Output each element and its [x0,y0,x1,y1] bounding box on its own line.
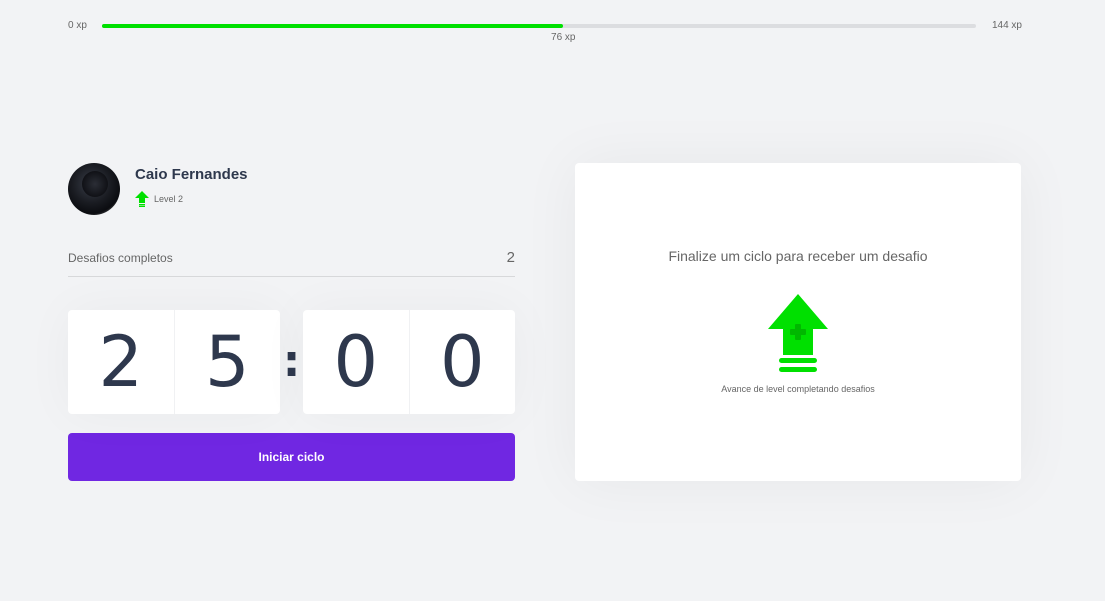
profile: Caio Fernandes Level 2 [68,163,515,215]
challenge-box-title: Finalize um ciclo para receber um desafi… [668,248,928,264]
completed-challenges-label: Desafios completos [68,250,173,265]
countdown-seconds: 0 0 [303,310,515,414]
page: 0 xp 76 xp 144 xp Caio Fernandes Level 2 [0,0,1105,601]
completed-challenges: Desafios completos 2 [68,249,515,277]
countdown-minutes: 2 5 [68,310,280,414]
xp-current-label: 76 xp [551,32,576,43]
xp-fill [102,24,564,28]
minutes-ones-digit: 5 [173,310,281,414]
level-up-arrow-icon [135,190,149,207]
avatar [68,163,120,215]
profile-level: Level 2 [135,190,248,207]
seconds-ones-digit: 0 [408,310,516,414]
level-label: Level 2 [154,193,184,204]
left-column: Caio Fernandes Level 2 Desafios completo… [68,163,515,481]
seconds-tens-digit: 0 [333,321,379,403]
xp-min-label: 0 xp [68,20,87,31]
countdown-separator: : [282,336,301,387]
completed-challenges-count: 2 [506,249,515,266]
experience-bar: 0 xp 76 xp 144 xp [68,18,1022,48]
countdown: 2 5 : 0 0 [68,310,515,414]
minutes-tens-digit: 2 [98,321,144,403]
xp-max-label: 144 xp [991,20,1022,31]
level-up-icon [768,294,828,372]
profile-name: Caio Fernandes [135,165,248,183]
xp-track [102,24,976,28]
challenge-box: Finalize um ciclo para receber um desafi… [575,163,1021,481]
challenge-box-hint: Avance de level completando desafios [721,384,875,394]
start-cycle-button[interactable]: Iniciar ciclo [68,433,515,481]
profile-info: Caio Fernandes Level 2 [135,166,248,207]
